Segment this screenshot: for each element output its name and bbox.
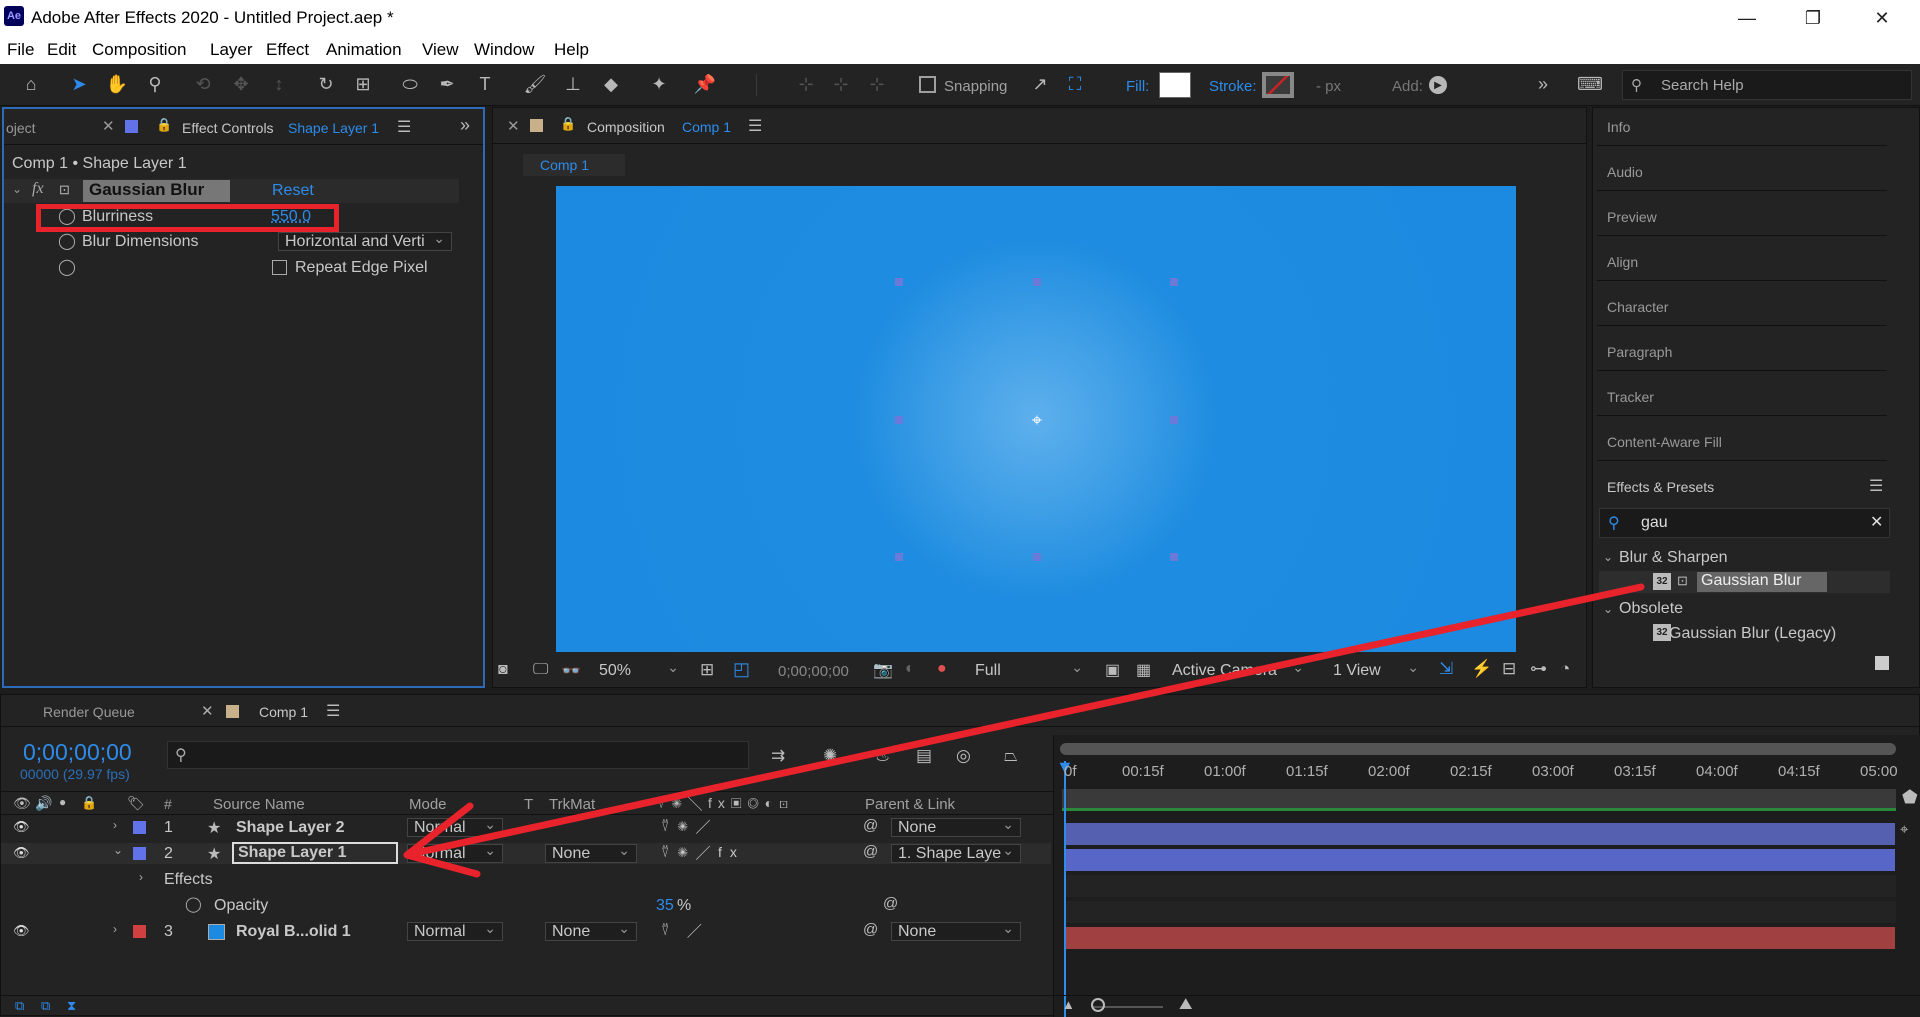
annotation-arrow-shaft	[411, 583, 1645, 857]
annotation-arrow	[403, 583, 1645, 878]
